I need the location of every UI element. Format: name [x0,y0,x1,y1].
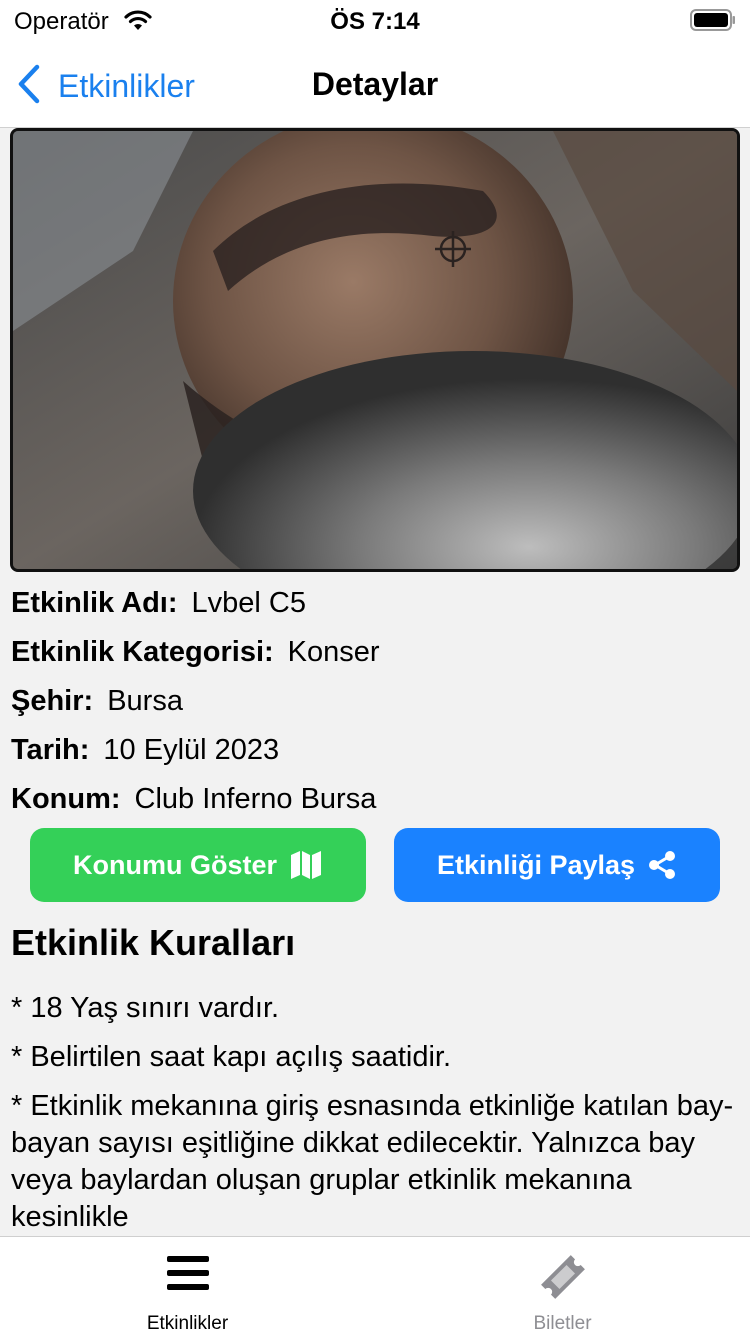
event-info: Etkinlik Adı: Lvbel C5 Etkinlik Kategoris… [11,584,739,829]
navigation-bar: Etkinlikler Detaylar [0,44,750,128]
action-buttons: Konumu Göster Etkinliği Paylaş [0,828,750,902]
rule-item: * 18 Yaş sınırı vardır. [11,992,280,1024]
ticket-icon [375,1253,750,1301]
event-category-row: Etkinlik Kategorisi: Konser [11,633,739,682]
share-event-button[interactable]: Etkinliği Paylaş [394,828,720,902]
event-image [10,128,740,572]
event-name-row: Etkinlik Adı: Lvbel C5 [11,584,739,633]
share-icon [647,850,677,880]
battery-icon [690,9,736,36]
show-location-button[interactable]: Konumu Göster [30,828,366,902]
event-name-value: Lvbel C5 [191,587,306,619]
show-location-label: Konumu Göster [72,849,277,880]
event-city-row: Şehir: Bursa [11,682,739,731]
tab-biletler[interactable]: Biletler [375,1237,750,1334]
event-date-value: 10 Eylül 2023 [103,734,280,766]
share-event-label: Etkinliği Paylaş [436,849,636,880]
tab-etkinlikler[interactable]: Etkinlikler [0,1237,375,1334]
tab-label: Etkinlikler [146,1313,229,1334]
event-location-label: Konum: [11,783,121,815]
event-location-value: Club Inferno Bursa [134,783,377,815]
tab-label: Biletler [533,1313,592,1334]
event-location-row: Konum: Club Inferno Bursa [11,780,739,829]
event-date-row: Tarih: 10 Eylül 2023 [11,731,739,780]
rules-title: Etkinlik Kuralları [11,922,296,963]
status-bar: Operatör ÖS 7:14 [0,0,750,44]
tab-bar: Etkinlikler Biletler [0,1236,750,1334]
event-category-label: Etkinlik Kategorisi: [11,636,274,668]
event-name-label: Etkinlik Adı: [11,587,178,619]
event-date-label: Tarih: [11,734,90,766]
map-icon [289,849,323,881]
list-icon [0,1253,375,1293]
rule-item: * Belirtilen saat kapı açılış saatidir. [11,1041,452,1073]
page-title: Detaylar [311,66,439,102]
event-city-label: Şehir: [11,685,94,717]
event-city-value: Bursa [107,685,183,717]
rule-item: * Etkinlik mekanına giriş esnasında etki… [11,1090,734,1233]
clock-label: ÖS 7:14 [330,8,420,35]
event-category-value: Konser [287,636,380,668]
rules-list: * 18 Yaş sınırı vardır. * Belirtilen saa… [11,990,735,1236]
